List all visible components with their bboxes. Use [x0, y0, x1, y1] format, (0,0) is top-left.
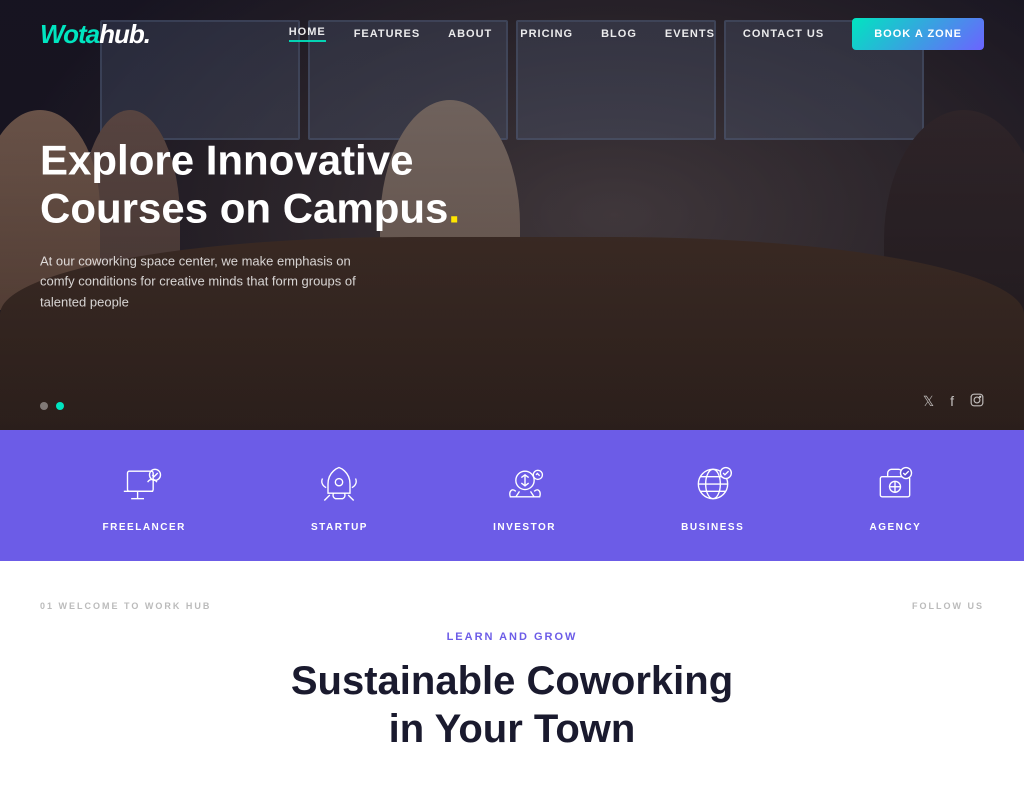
- nav-about[interactable]: ABOUT: [448, 28, 492, 40]
- dot-1[interactable]: [40, 402, 48, 410]
- freelancer-label: FREELANCER: [103, 522, 186, 533]
- instagram-icon[interactable]: [970, 393, 984, 410]
- hero-title-dot: .: [448, 185, 460, 232]
- startup-icon: [313, 458, 365, 510]
- nav-pricing[interactable]: PRICING: [520, 28, 573, 40]
- follow-us-label: FOLLOW US: [912, 601, 984, 611]
- header: Wotahub. HOME FEATURES ABOUT PRICING BLO…: [0, 0, 1024, 68]
- dot-2[interactable]: [56, 402, 64, 410]
- hero-title: Explore Innovative Courses on Campus.: [40, 137, 460, 234]
- category-investor[interactable]: INVESTOR: [493, 458, 556, 533]
- freelancer-icon: [118, 458, 170, 510]
- investor-icon: [499, 458, 551, 510]
- facebook-icon[interactable]: f: [950, 393, 954, 410]
- main-heading-line2: in Your Town: [389, 707, 636, 751]
- nav-home[interactable]: HOME: [289, 26, 326, 42]
- nav-events[interactable]: EVENTS: [665, 28, 715, 40]
- hero-social-icons: 𝕏 f: [923, 393, 984, 410]
- categories-bar: FREELANCER STARTUP: [0, 430, 1024, 561]
- category-business[interactable]: BUSINESS: [681, 458, 744, 533]
- agency-icon: [869, 458, 921, 510]
- logo-hub: hub.: [99, 19, 150, 49]
- main-heading: Sustainable Coworking in Your Town: [40, 657, 984, 753]
- section-labels-row: 01 WELCOME TO WORK HUB FOLLOW US: [0, 561, 1024, 611]
- book-zone-button[interactable]: BOOK A ZONE: [852, 18, 984, 50]
- main-heading-line1: Sustainable Coworking: [291, 659, 733, 703]
- category-agency[interactable]: AGENCY: [869, 458, 921, 533]
- hero-content: Explore Innovative Courses on Campus. At…: [40, 137, 460, 314]
- startup-label: STARTUP: [311, 522, 368, 533]
- nav-features[interactable]: FEATURES: [354, 28, 420, 40]
- business-label: BUSINESS: [681, 522, 744, 533]
- welcome-label: 01 WELCOME TO WORK HUB: [40, 601, 211, 611]
- logo[interactable]: Wotahub.: [40, 19, 150, 50]
- category-freelancer[interactable]: FREELANCER: [103, 458, 186, 533]
- main-nav: HOME FEATURES ABOUT PRICING BLOG EVENTS …: [289, 18, 984, 50]
- hero-title-line1: Explore Innovative: [40, 137, 413, 184]
- twitter-icon[interactable]: 𝕏: [923, 393, 934, 410]
- category-startup[interactable]: STARTUP: [311, 458, 368, 533]
- hero-dots: [40, 402, 64, 410]
- business-icon: [687, 458, 739, 510]
- nav-contact[interactable]: CONTACT US: [743, 28, 824, 40]
- eyebrow-label: LEARN AND GROW: [40, 631, 984, 643]
- hero-title-line2: Courses on Campus: [40, 185, 448, 232]
- main-content-section: LEARN AND GROW Sustainable Coworking in …: [0, 611, 1024, 793]
- hero-subtitle: At our coworking space center, we make e…: [40, 251, 360, 313]
- investor-label: INVESTOR: [493, 522, 556, 533]
- nav-blog[interactable]: BLOG: [601, 28, 637, 40]
- agency-label: AGENCY: [869, 522, 921, 533]
- logo-wota: Wota: [40, 19, 99, 49]
